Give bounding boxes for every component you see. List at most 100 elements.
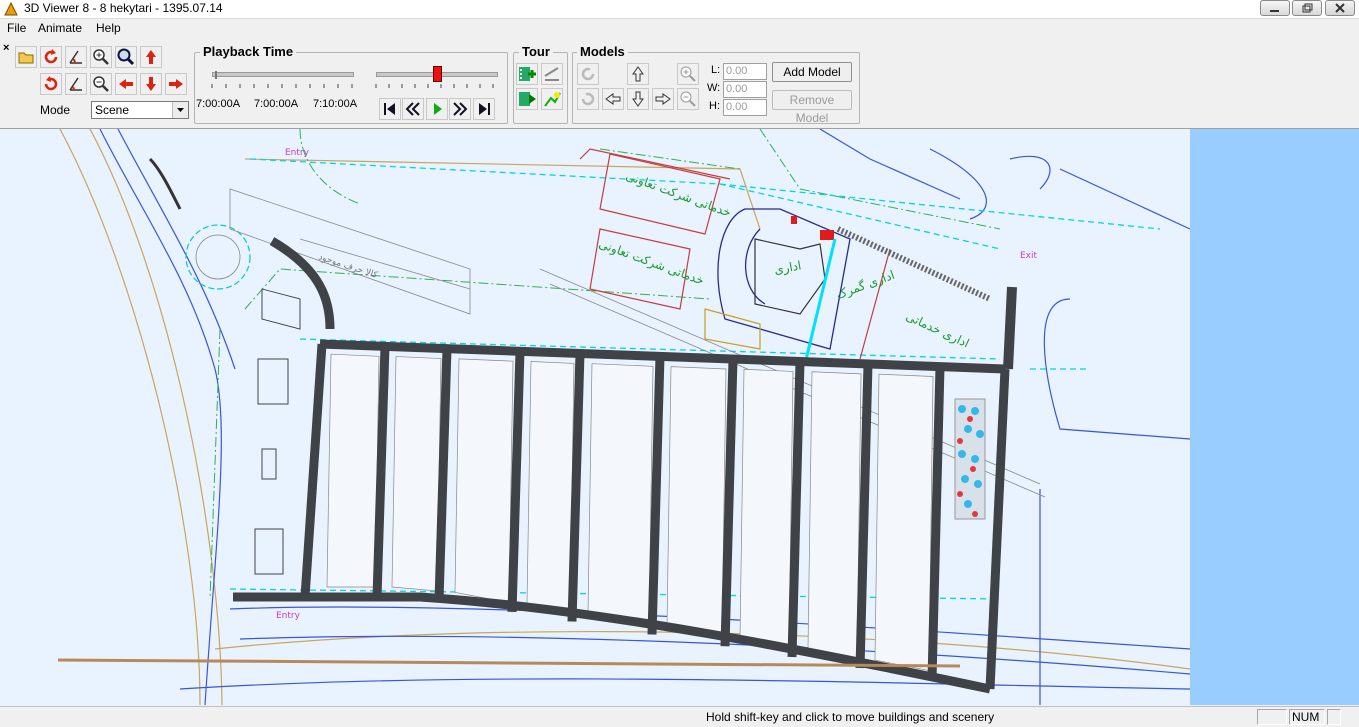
status-cell-empty-2 bbox=[1327, 709, 1341, 725]
zoom-in-icon bbox=[680, 66, 696, 82]
mode-select-value: Scene bbox=[95, 103, 130, 117]
arrow-left-icon bbox=[119, 79, 133, 89]
move-right-button[interactable] bbox=[165, 73, 187, 95]
arrow-right-icon bbox=[169, 79, 183, 89]
entry-label-top: Entry bbox=[285, 148, 310, 158]
sky-background bbox=[1190, 129, 1359, 705]
playback-speed-thumb[interactable] bbox=[215, 71, 217, 79]
move-forward-button[interactable] bbox=[140, 46, 162, 68]
map-viewport[interactable]: Entry Entry Exit اداری اداری گمرک اداری … bbox=[0, 129, 1190, 705]
status-cell-empty bbox=[1257, 709, 1287, 725]
parking-block bbox=[874, 373, 934, 671]
zoom-extents-button[interactable] bbox=[115, 46, 137, 68]
parking-block bbox=[739, 368, 794, 649]
model-move-down-button[interactable] bbox=[627, 88, 649, 110]
navigation-group: Mode Scene bbox=[10, 42, 192, 124]
model-move-right-button[interactable] bbox=[652, 88, 674, 110]
parking-aisle bbox=[647, 356, 665, 635]
playback-time-thumb[interactable] bbox=[433, 66, 442, 82]
model-move-left-button[interactable] bbox=[602, 88, 624, 110]
menu-file[interactable]: File bbox=[7, 21, 26, 35]
model-rotate-left-button[interactable] bbox=[577, 63, 599, 85]
menu-help[interactable]: Help bbox=[96, 21, 121, 35]
exit-label: Exit bbox=[1020, 251, 1038, 261]
model-scale-down-button[interactable] bbox=[677, 88, 699, 110]
height-label: H: bbox=[709, 100, 720, 112]
parking-block bbox=[526, 361, 575, 613]
status-message: Hold shift-key and click to move buildin… bbox=[706, 710, 995, 724]
parking-aisle bbox=[855, 363, 873, 669]
model-scale-up-button[interactable] bbox=[677, 63, 699, 85]
parking-block bbox=[807, 371, 862, 660]
height-field[interactable]: 0.00 bbox=[723, 99, 767, 116]
site-plan-drawing[interactable]: Entry Entry Exit اداری اداری گمرک اداری … bbox=[0, 129, 1190, 705]
menu-animate[interactable]: Animate bbox=[38, 21, 82, 35]
width-label: W: bbox=[707, 82, 721, 94]
tour-play-button[interactable] bbox=[516, 88, 538, 110]
menu-bar: File Animate Help bbox=[0, 19, 1359, 38]
add-model-button[interactable]: Add Model bbox=[772, 62, 852, 82]
playback-speed-slider[interactable] bbox=[212, 72, 354, 77]
time-ticks bbox=[375, 84, 494, 88]
title-bar: 3D Viewer 8 - 8 hekytari - 1395.07.14 bbox=[0, 0, 1359, 19]
close-window-button[interactable] bbox=[1325, 0, 1355, 16]
play-button[interactable] bbox=[426, 98, 448, 120]
model-move-up-button[interactable] bbox=[627, 63, 649, 85]
arrow-down-icon bbox=[146, 77, 156, 91]
zoom-out-icon bbox=[93, 76, 109, 92]
tour-edit-button[interactable] bbox=[541, 63, 563, 85]
remove-model-button[interactable]: Remove Model bbox=[772, 90, 852, 125]
move-back-button[interactable] bbox=[140, 73, 162, 95]
width-field[interactable]: 0.00 bbox=[723, 81, 767, 98]
zoom-in-button[interactable] bbox=[90, 46, 112, 68]
services-company-label-2: خدماتی شرکت تعاونی bbox=[597, 237, 706, 289]
skip-to-start-button[interactable] bbox=[379, 98, 401, 120]
restore-button[interactable] bbox=[1292, 0, 1322, 16]
parking-block bbox=[326, 353, 380, 588]
open-folder-button[interactable] bbox=[15, 46, 37, 68]
mode-select[interactable]: Scene bbox=[91, 101, 189, 119]
end-time: 7:10:00A bbox=[313, 98, 358, 110]
move-left-button[interactable] bbox=[115, 73, 137, 95]
model-rotate-right-button[interactable] bbox=[577, 88, 599, 110]
toolbar: × Mode Scene Playback Time 7:00:00A 7:00… bbox=[0, 38, 1359, 129]
magnifier-icon bbox=[117, 48, 135, 66]
tilt-down-button[interactable] bbox=[65, 73, 87, 95]
film-play-icon bbox=[519, 92, 536, 106]
window-title: 3D Viewer 8 - 8 hekytari - 1395.07.14 bbox=[24, 1, 223, 15]
tour-record-button[interactable] bbox=[516, 63, 538, 85]
path-icon bbox=[544, 92, 561, 107]
skip-to-end-button[interactable] bbox=[473, 98, 495, 120]
parking-block bbox=[587, 363, 654, 626]
tilt-up-button[interactable] bbox=[65, 46, 87, 68]
parking-block bbox=[666, 366, 727, 638]
tour-path-button[interactable] bbox=[541, 88, 563, 110]
toolbar-close-glyph[interactable]: × bbox=[3, 42, 9, 54]
rewind-button[interactable] bbox=[402, 98, 424, 120]
skip-end-icon bbox=[479, 103, 490, 115]
rotate-cw-icon bbox=[581, 92, 595, 106]
playback-title: Playback Time bbox=[200, 44, 297, 59]
rotate-left-button[interactable] bbox=[40, 46, 62, 68]
length-field[interactable]: 0.00 bbox=[723, 63, 767, 80]
rotate-ccw-icon bbox=[581, 67, 595, 81]
skip-start-icon bbox=[384, 103, 395, 115]
minimize-button[interactable] bbox=[1260, 0, 1290, 16]
zoom-in-icon bbox=[93, 49, 109, 65]
fast-forward-button[interactable] bbox=[449, 98, 471, 120]
close-icon bbox=[1335, 3, 1345, 13]
rotate-ccw-icon bbox=[44, 49, 58, 64]
zoom-out-button[interactable] bbox=[90, 73, 112, 95]
zoom-out-icon bbox=[680, 91, 696, 107]
mode-dropdown-button[interactable] bbox=[172, 102, 188, 118]
mode-label: Mode bbox=[40, 103, 71, 117]
start-time: 7:00:00A bbox=[196, 98, 241, 110]
restore-icon bbox=[1302, 3, 1313, 13]
rotate-cw-icon bbox=[44, 76, 58, 91]
parking-aisle bbox=[507, 351, 525, 612]
current-time: 7:00:00A bbox=[254, 98, 299, 110]
parking-aisle bbox=[787, 361, 805, 658]
rotate-right-button[interactable] bbox=[40, 73, 62, 95]
angle-icon bbox=[69, 50, 82, 64]
arrow-up-icon bbox=[146, 50, 156, 64]
